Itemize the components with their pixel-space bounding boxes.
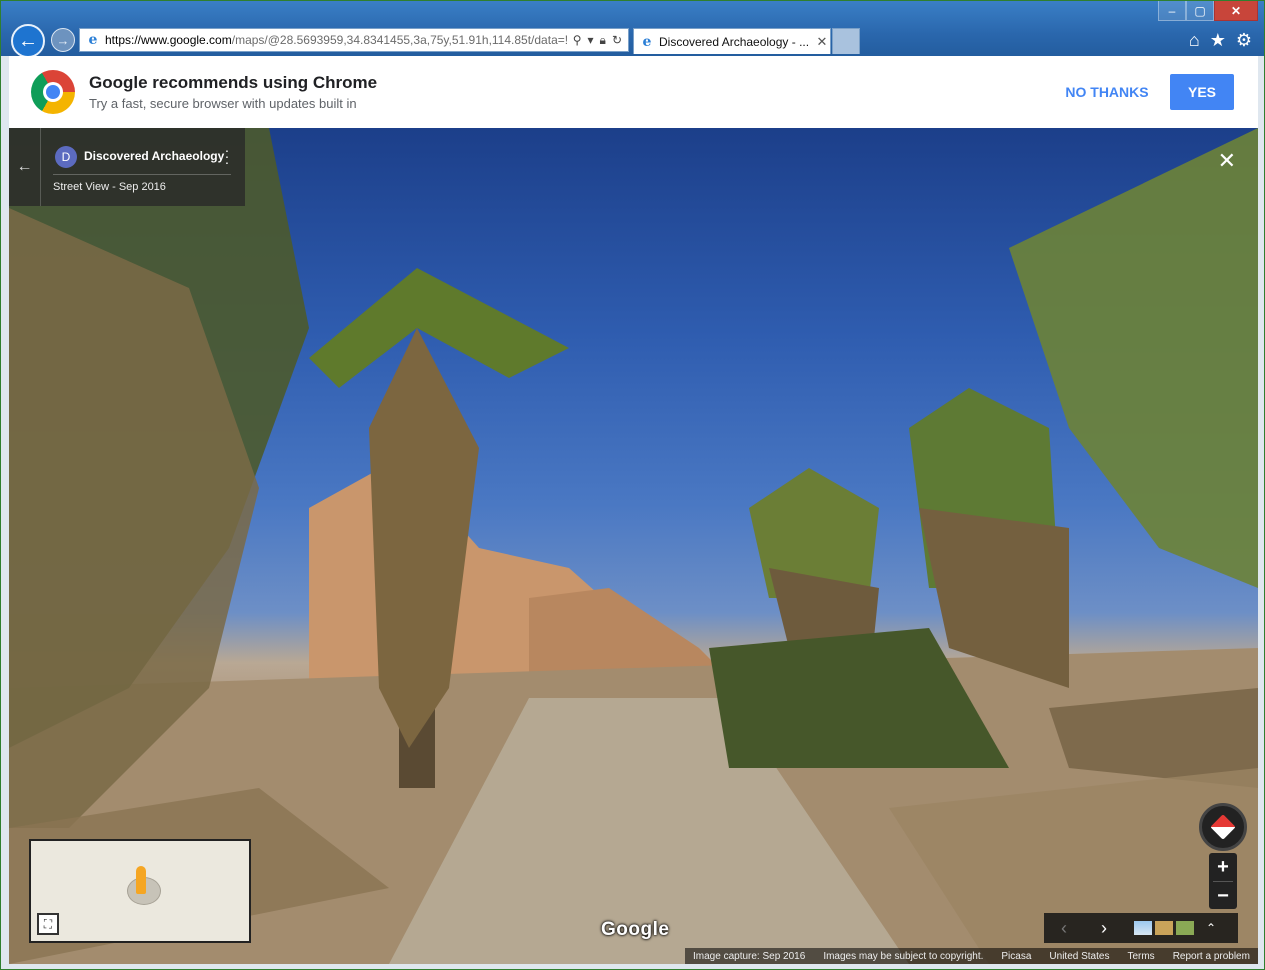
tab-title: Discovered Archaeology - ... bbox=[659, 34, 810, 49]
search-icon[interactable]: ⚲ bbox=[573, 33, 582, 48]
street-view-date: Street View - Sep 2016 bbox=[53, 181, 166, 193]
street-view-panorama[interactable]: ← D Discovered Archaeology · · · Street Vi… bbox=[9, 128, 1258, 964]
toolbar-icons: ⌂ ★ ⚙ bbox=[1189, 30, 1252, 51]
country-link[interactable]: United States bbox=[1049, 951, 1109, 962]
browser-window: – ▢ ✕ ← → e https://www.google.com/maps/… bbox=[0, 0, 1265, 970]
ie-icon: e bbox=[88, 32, 98, 48]
next-photo-button[interactable]: › bbox=[1084, 913, 1124, 943]
place-name[interactable]: Discovered Archaeology bbox=[84, 149, 224, 163]
address-tools: ⚲ ▾ 🔒︎ ↻ bbox=[567, 33, 628, 48]
dropdown-icon[interactable]: ▾ bbox=[588, 33, 594, 48]
forward-arrow-icon: → bbox=[56, 32, 70, 48]
chrome-promo-banner: Google recommends using Chrome Try a fas… bbox=[9, 56, 1258, 128]
window-controls: – ▢ ✕ bbox=[1158, 1, 1258, 21]
compass-needle bbox=[1210, 814, 1236, 840]
chrome-logo-icon bbox=[31, 70, 75, 114]
compass-icon[interactable] bbox=[1199, 803, 1247, 851]
place-info-card: ← D Discovered Archaeology · · · Street Vi… bbox=[9, 128, 245, 206]
expand-filmstrip-icon[interactable]: ⌃ bbox=[1206, 921, 1216, 935]
lock-icon[interactable]: 🔒︎ bbox=[600, 33, 606, 48]
address-bar[interactable]: e https://www.google.com/maps/@28.569395… bbox=[79, 28, 629, 52]
banner-title: Google recommends using Chrome bbox=[89, 73, 378, 92]
refresh-icon[interactable]: ↻ bbox=[612, 33, 622, 48]
pegman-icon[interactable] bbox=[136, 866, 146, 894]
photo-thumbnail[interactable] bbox=[1176, 921, 1194, 935]
avatar[interactable]: D bbox=[55, 146, 77, 168]
minimize-button[interactable]: – bbox=[1158, 1, 1186, 21]
google-logo: Google bbox=[601, 919, 670, 940]
tab-discovered-archaeology[interactable]: e Discovered Archaeology - ... ✕ bbox=[633, 28, 831, 54]
zoom-controls: + − bbox=[1209, 853, 1237, 909]
zoom-in-button[interactable]: + bbox=[1209, 853, 1237, 881]
previous-photo-button[interactable]: ‹ bbox=[1044, 913, 1084, 943]
gear-icon[interactable]: ⚙ bbox=[1236, 30, 1252, 51]
forward-button[interactable]: → bbox=[51, 28, 75, 52]
photo-thumbnail[interactable] bbox=[1155, 921, 1173, 935]
zoom-out-button[interactable]: − bbox=[1209, 882, 1237, 910]
more-options-icon[interactable]: · · · bbox=[223, 143, 231, 169]
photo-filmstrip: ‹ › ⌃ bbox=[1044, 913, 1238, 943]
photo-thumbnail[interactable] bbox=[1134, 921, 1152, 935]
close-window-button[interactable]: ✕ bbox=[1214, 1, 1258, 21]
report-problem-link[interactable]: Report a problem bbox=[1173, 951, 1250, 962]
banner-subtitle: Try a fast, secure browser with updates … bbox=[89, 96, 357, 111]
back-arrow-icon: ← bbox=[18, 29, 38, 52]
url-text[interactable]: https://www.google.com/maps/@28.5693959,… bbox=[105, 33, 567, 47]
back-to-map-icon[interactable]: ← bbox=[9, 128, 41, 206]
home-icon[interactable]: ⌂ bbox=[1189, 30, 1200, 51]
terms-link[interactable]: Terms bbox=[1127, 951, 1154, 962]
picasa-link[interactable]: Picasa bbox=[1001, 951, 1031, 962]
copyright-notice: Images may be subject to copyright. bbox=[823, 950, 984, 962]
divider bbox=[53, 174, 231, 175]
mini-map[interactable]: ⛶ bbox=[29, 839, 251, 943]
yes-button[interactable]: YES bbox=[1170, 74, 1234, 110]
tab-ie-icon: e bbox=[642, 33, 652, 50]
favorites-star-icon[interactable]: ★ bbox=[1210, 30, 1226, 51]
map-footer: Image capture: Sep 2016 Images may be su… bbox=[685, 948, 1258, 964]
back-button[interactable]: ← bbox=[11, 24, 45, 58]
title-bar: – ▢ ✕ ← → e https://www.google.com/maps/… bbox=[1, 1, 1264, 58]
url-host: https://www.google.com bbox=[105, 33, 232, 47]
maximize-button[interactable]: ▢ bbox=[1186, 1, 1214, 21]
url-path: /maps/@28.5693959,34.8341455,3a,75y,51.9… bbox=[231, 33, 567, 47]
close-icon[interactable]: ✕ bbox=[1218, 148, 1236, 174]
image-capture-date: Image capture: Sep 2016 bbox=[693, 950, 806, 962]
new-tab-button[interactable] bbox=[832, 28, 860, 54]
close-tab-icon[interactable]: ✕ bbox=[814, 34, 830, 50]
no-thanks-button[interactable]: NO THANKS bbox=[1059, 74, 1155, 110]
expand-map-icon[interactable]: ⛶ bbox=[37, 913, 59, 935]
